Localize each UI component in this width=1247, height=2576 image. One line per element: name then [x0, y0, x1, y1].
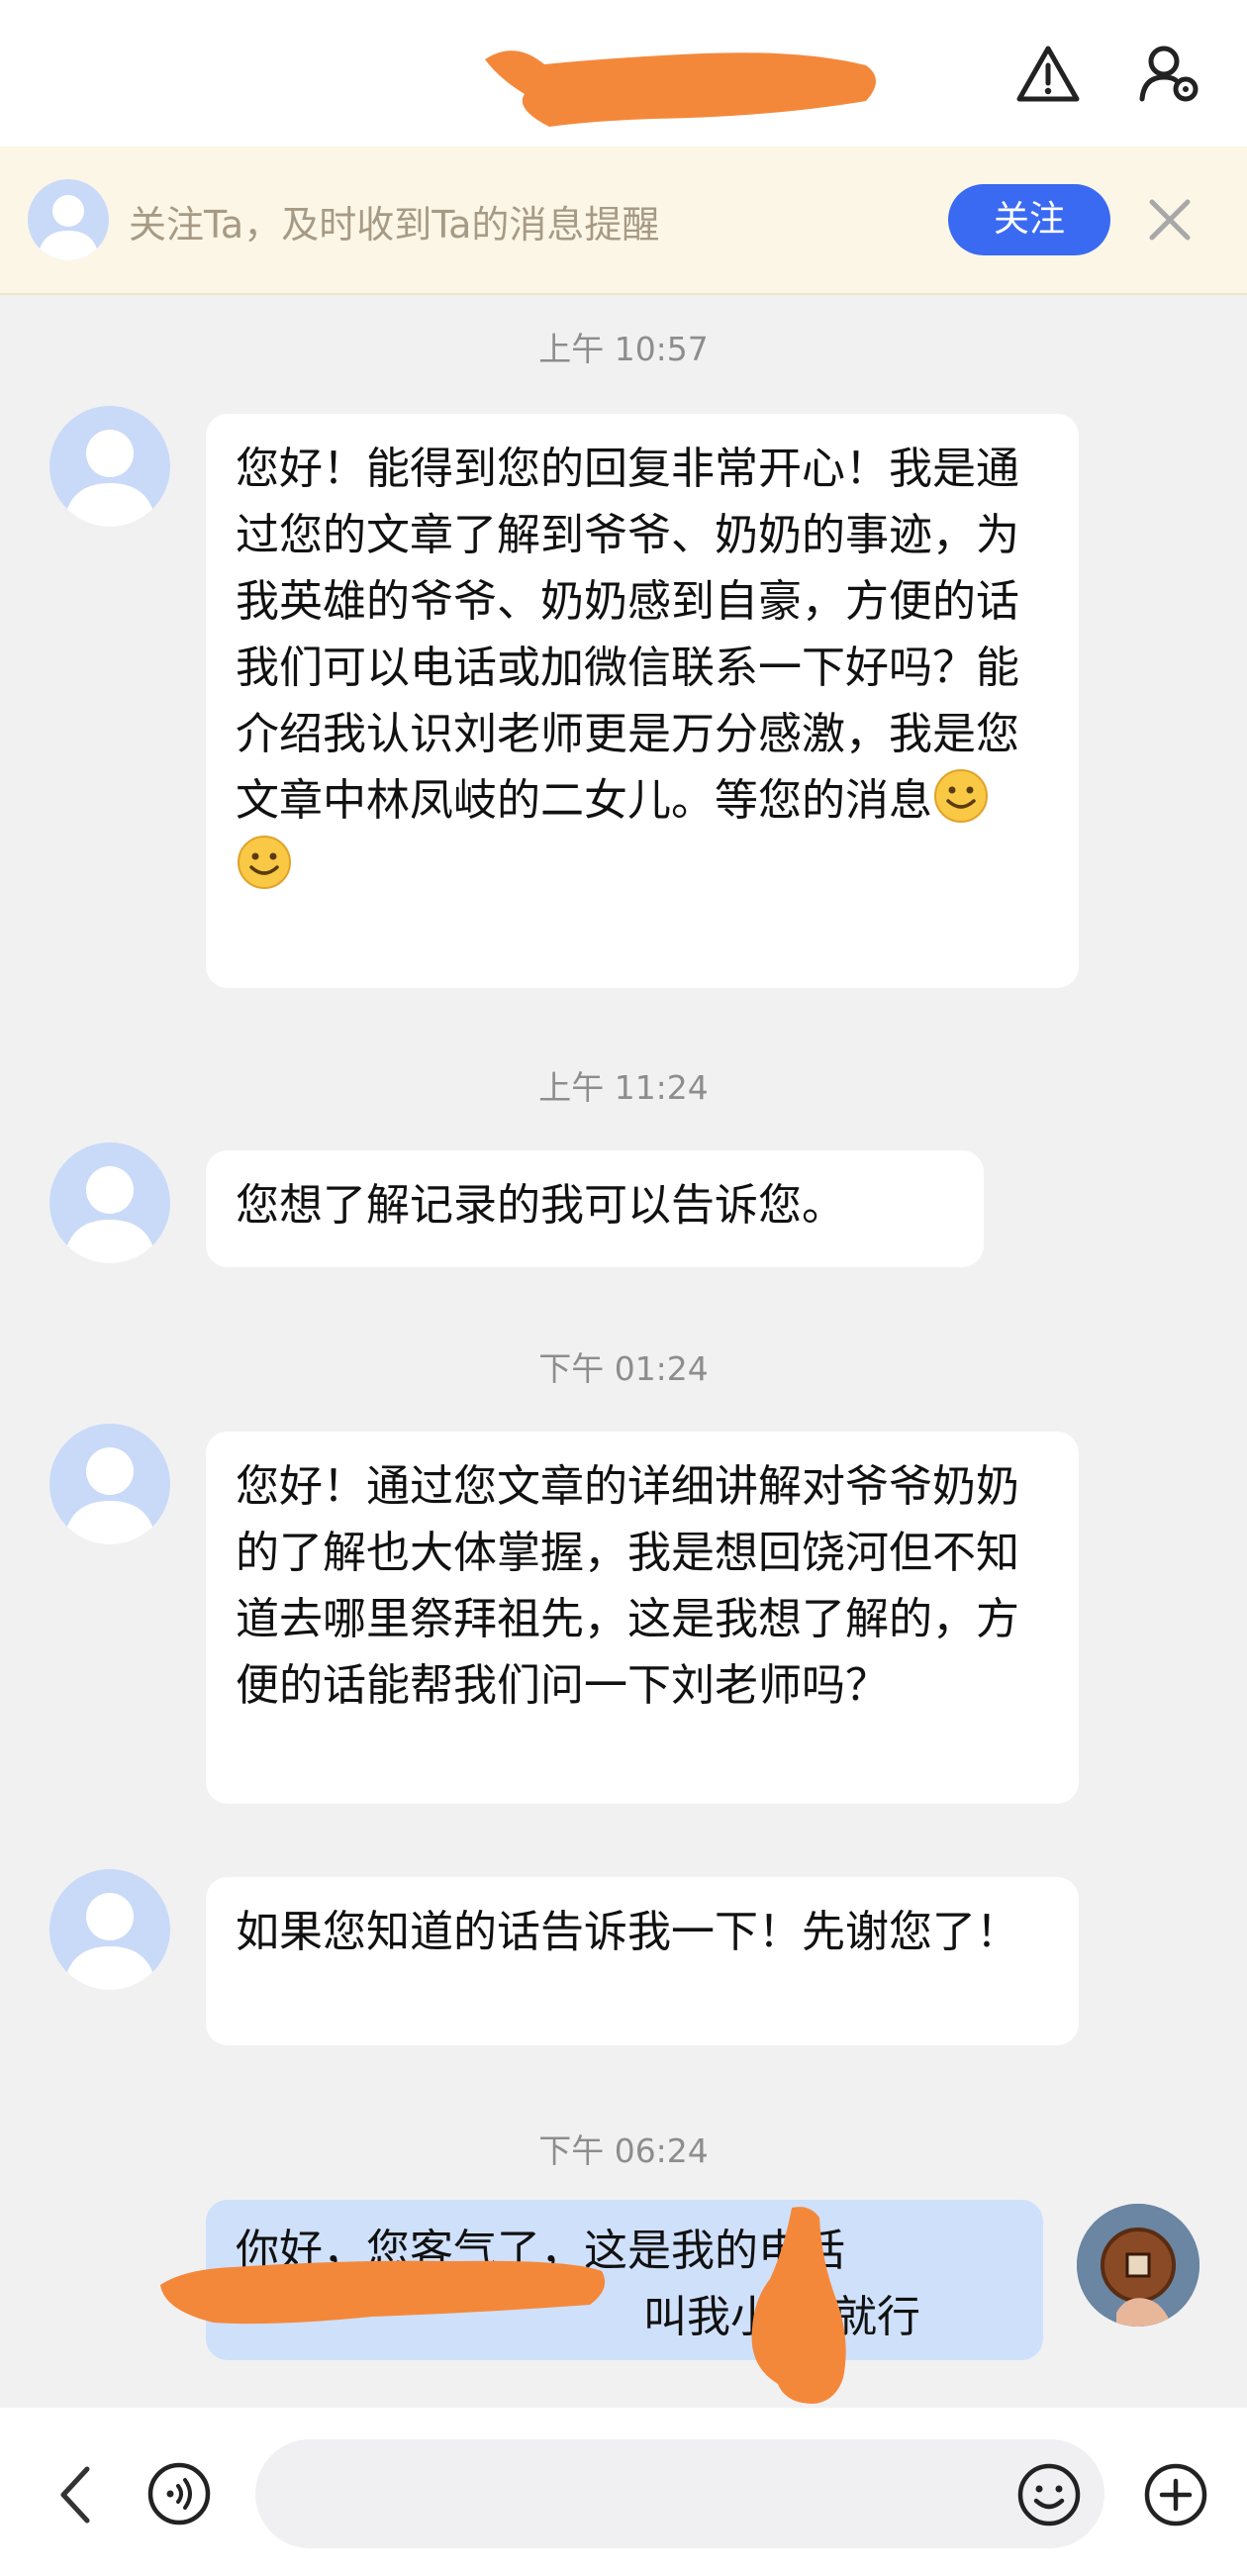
my-avatar[interactable] [1077, 2204, 1199, 2327]
avatar[interactable] [49, 1424, 170, 1544]
user-settings-icon[interactable] [1138, 42, 1203, 107]
timestamp: 下午 01:24 [538, 1349, 709, 1388]
voice-input-icon[interactable] [146, 2461, 212, 2526]
message-input[interactable] [255, 2439, 1104, 2548]
close-icon[interactable] [1138, 188, 1201, 251]
message-bubble[interactable]: 您好！通过您文章的详细讲解对爷爷奶奶的了解也大体掌握，我是想回饶河但不知道去哪里… [206, 1432, 1079, 1804]
add-attachment-icon[interactable] [1142, 2461, 1209, 2528]
timestamp: 上午 11:24 [538, 1068, 709, 1107]
smile-emoji-icon [934, 769, 988, 823]
avatar [28, 179, 109, 260]
warning-icon[interactable] [1015, 42, 1081, 107]
message-text: 您好！通过您文章的详细讲解对爷爷奶奶的了解也大体掌握，我是想回饶河但不知道去哪里… [236, 1461, 1019, 1711]
message-bubble[interactable]: 如果您知道的话告诉我一下！先谢您了！ [206, 1877, 1079, 2045]
message-bubble[interactable]: 您好！能得到您的回复非常开心！我是通过您的文章了解到爷爷、奶奶的事迹，为我英雄的… [206, 414, 1079, 988]
input-bar [0, 2408, 1247, 2576]
my-message-bubble[interactable]: 你好，您客气了，这是我的电话 叫我小 就行 [206, 2200, 1043, 2360]
redacted-title [485, 50, 876, 127]
avatar[interactable] [49, 406, 170, 527]
follow-banner: 关注Ta，及时收到Ta的消息提醒 关注 [0, 147, 1247, 295]
follow-prompt-text: 关注Ta，及时收到Ta的消息提醒 [129, 203, 660, 247]
chat-header [0, 0, 1247, 147]
message-text: 您好！能得到您的回复非常开心！我是通过您的文章了解到爷爷、奶奶的事迹，为我英雄的… [236, 444, 1019, 826]
emoji-picker-icon[interactable] [1015, 2461, 1083, 2528]
smile-emoji-icon [238, 836, 291, 889]
timestamp: 下午 06:24 [538, 2131, 709, 2170]
message-text-part: 就行 [833, 2292, 920, 2342]
message-bubble[interactable]: 您想了解记录的我可以告诉您。 [206, 1150, 984, 1267]
message-text-line2: 叫我小 就行 [236, 2284, 1013, 2350]
back-arrow-icon[interactable] [49, 2459, 105, 2530]
follow-button[interactable]: 关注 [948, 184, 1110, 255]
avatar[interactable] [49, 1142, 170, 1263]
avatar[interactable] [49, 1869, 170, 1990]
message-text: 您想了解记录的我可以告诉您。 [236, 1180, 845, 1231]
message-text-part: 叫我小 [643, 2292, 774, 2342]
message-text: 你好，您客气了，这是我的电话 [236, 2226, 845, 2276]
message-text: 如果您知道的话告诉我一下！先谢您了！ [236, 1907, 1019, 1957]
timestamp: 上午 10:57 [538, 330, 709, 368]
